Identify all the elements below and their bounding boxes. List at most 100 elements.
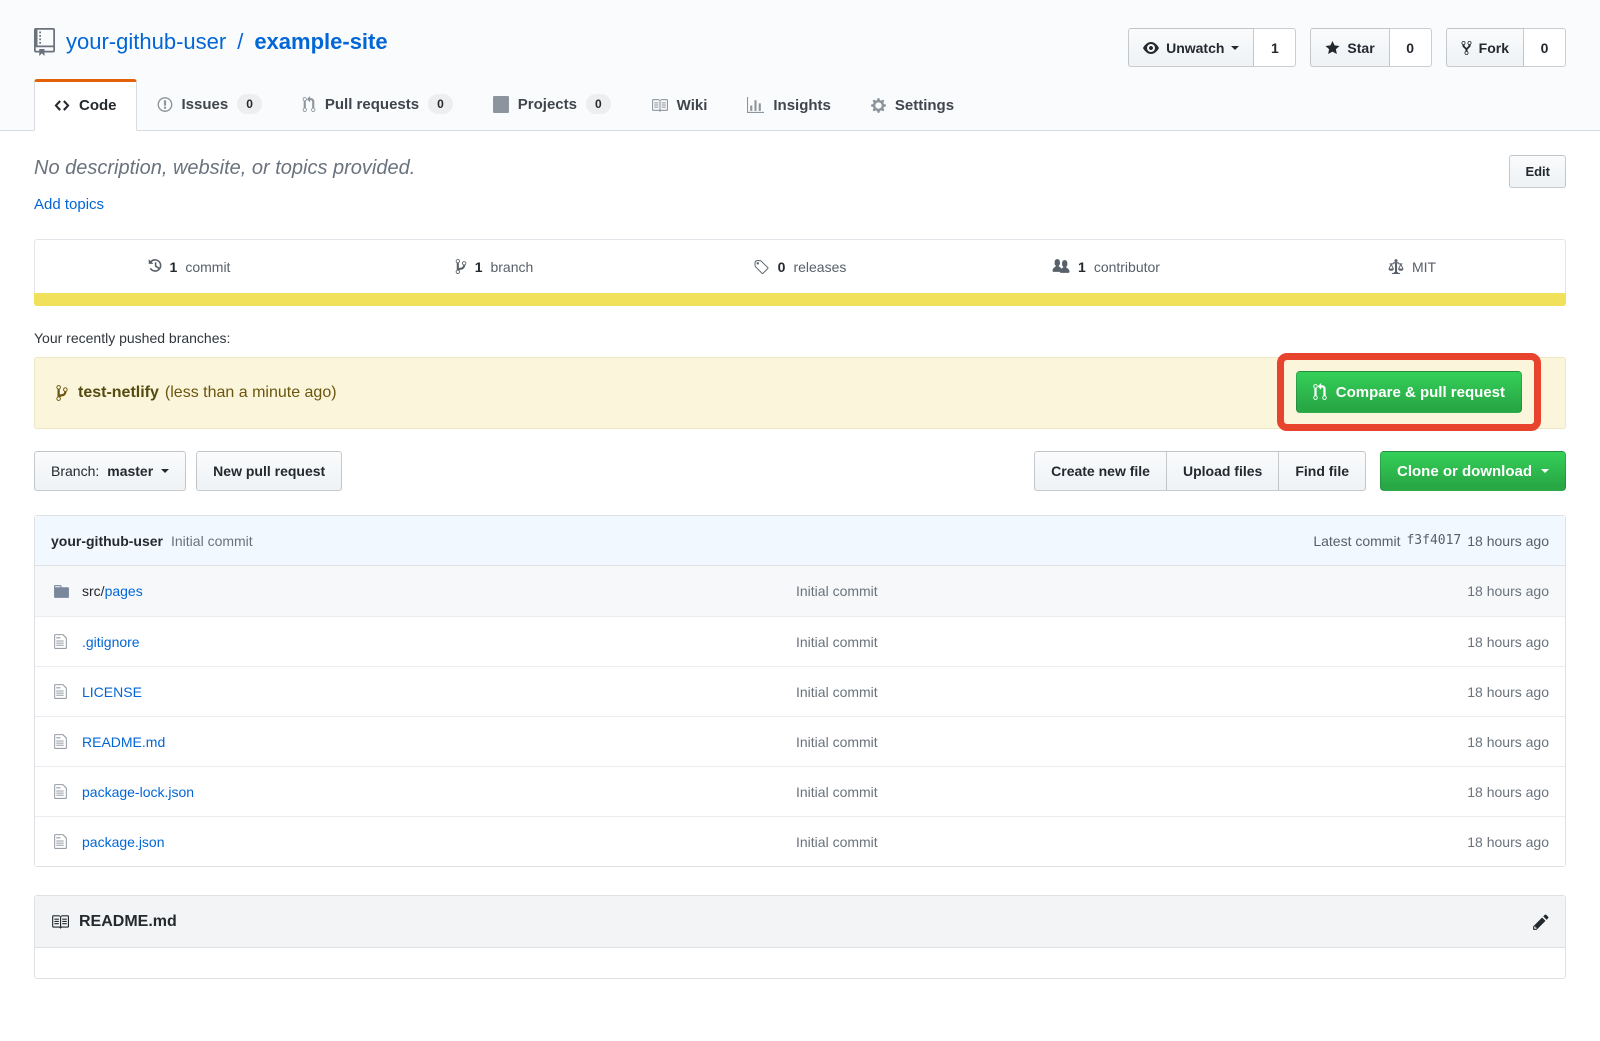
pushed-branch-time: (less than a minute ago) bbox=[165, 384, 337, 402]
file-age: 18 hours ago bbox=[1335, 834, 1565, 850]
add-topics-link[interactable]: Add topics bbox=[34, 196, 104, 213]
file-commit-message[interactable]: Initial commit bbox=[796, 834, 878, 850]
watchers-count[interactable]: 1 bbox=[1254, 28, 1296, 67]
edit-button[interactable]: Edit bbox=[1509, 155, 1566, 188]
table-row: package.json Initial commit 18 hours ago bbox=[35, 816, 1565, 866]
file-age: 18 hours ago bbox=[1335, 784, 1565, 800]
file-link[interactable]: LICENSE bbox=[82, 684, 142, 700]
tab-code-label: Code bbox=[79, 97, 117, 114]
forks-count[interactable]: 0 bbox=[1524, 28, 1566, 67]
find-file-button[interactable]: Find file bbox=[1279, 451, 1366, 491]
branch-selector-value: master bbox=[107, 463, 153, 479]
book-icon bbox=[51, 913, 69, 931]
chevron-down-icon bbox=[1541, 469, 1549, 477]
branch-selector-label: Branch: bbox=[51, 463, 99, 479]
file-age: 18 hours ago bbox=[1335, 734, 1565, 750]
fork-icon bbox=[1461, 40, 1472, 56]
project-icon bbox=[493, 96, 509, 113]
star-button[interactable]: Star bbox=[1310, 28, 1389, 67]
new-pull-request-button[interactable]: New pull request bbox=[196, 451, 342, 491]
clone-or-download-button[interactable]: Clone or download bbox=[1380, 451, 1566, 491]
gear-icon bbox=[871, 97, 886, 114]
fork-button[interactable]: Fork bbox=[1446, 28, 1524, 67]
file-commit-message[interactable]: Initial commit bbox=[796, 684, 878, 700]
language-bar bbox=[34, 293, 1566, 306]
recent-branch-notice: test-netlify (less than a minute ago) Co… bbox=[34, 357, 1566, 429]
file-icon bbox=[35, 833, 82, 850]
pull-requests-counter: 0 bbox=[428, 94, 453, 114]
tab-pull-requests[interactable]: Pull requests 0 bbox=[282, 76, 473, 131]
tab-code[interactable]: Code bbox=[34, 79, 137, 131]
file-commit-message[interactable]: Initial commit bbox=[796, 784, 878, 800]
file-icon bbox=[35, 783, 82, 800]
tab-issues-label: Issues bbox=[182, 96, 229, 113]
star-group: Star 0 bbox=[1310, 28, 1431, 67]
tab-issues[interactable]: Issues 0 bbox=[137, 76, 282, 131]
stars-count[interactable]: 0 bbox=[1390, 28, 1432, 67]
branch-selector[interactable]: Branch: master bbox=[34, 451, 186, 491]
issue-icon bbox=[157, 96, 173, 113]
file-commit-message[interactable]: Initial commit bbox=[796, 634, 878, 650]
fork-label: Fork bbox=[1479, 40, 1509, 56]
pull-request-icon bbox=[302, 96, 316, 113]
recent-branches-heading: Your recently pushed branches: bbox=[34, 330, 1566, 346]
branch-icon bbox=[455, 258, 467, 275]
tab-projects[interactable]: Projects 0 bbox=[473, 76, 631, 131]
social-actions: Unwatch 1 Star 0 Fo bbox=[1128, 28, 1566, 67]
clone-button-label: Clone or download bbox=[1397, 463, 1532, 480]
file-commit-message[interactable]: Initial commit bbox=[796, 583, 878, 599]
file-icon bbox=[35, 733, 82, 750]
commits-label: commit bbox=[185, 259, 230, 275]
table-row: .gitignore Initial commit 18 hours ago bbox=[35, 616, 1565, 666]
file-icon bbox=[35, 683, 82, 700]
upload-files-button[interactable]: Upload files bbox=[1167, 451, 1279, 491]
compare-pull-request-button[interactable]: Compare & pull request bbox=[1296, 371, 1522, 413]
contributors-label: contributor bbox=[1094, 259, 1160, 275]
repo-owner-link[interactable]: your-github-user bbox=[66, 29, 226, 55]
file-commit-message[interactable]: Initial commit bbox=[796, 734, 878, 750]
file-link[interactable]: package-lock.json bbox=[82, 784, 194, 800]
tab-settings-label: Settings bbox=[895, 97, 954, 114]
highlight-annotation: Compare & pull request bbox=[1277, 353, 1541, 431]
releases-label: releases bbox=[793, 259, 846, 275]
tag-icon bbox=[754, 258, 770, 275]
tab-wiki[interactable]: Wiki bbox=[631, 79, 728, 131]
releases-stat[interactable]: 0 releases bbox=[647, 240, 953, 293]
file-link[interactable]: package.json bbox=[82, 834, 165, 850]
unwatch-label: Unwatch bbox=[1166, 40, 1224, 56]
latest-commit-bar: your-github-user Initial commit Latest c… bbox=[35, 516, 1565, 566]
branches-count: 1 bbox=[475, 259, 483, 275]
create-new-file-button[interactable]: Create new file bbox=[1034, 451, 1167, 491]
repo-name-link[interactable]: example-site bbox=[254, 29, 387, 55]
file-link[interactable]: .gitignore bbox=[82, 634, 140, 650]
pull-request-icon bbox=[1313, 383, 1327, 401]
branches-stat[interactable]: 1 branch bbox=[341, 240, 647, 293]
unwatch-button[interactable]: Unwatch bbox=[1128, 28, 1254, 67]
fork-group: Fork 0 bbox=[1446, 28, 1566, 67]
file-link[interactable]: README.md bbox=[82, 734, 165, 750]
file-buttons-group: Create new file Upload files Find file bbox=[1034, 451, 1366, 491]
contributors-stat[interactable]: 1 contributor bbox=[953, 240, 1259, 293]
readme-header: README.md bbox=[35, 896, 1565, 948]
latest-commit-time: 18 hours ago bbox=[1467, 533, 1549, 549]
commit-author-link[interactable]: your-github-user bbox=[51, 533, 163, 549]
license-stat[interactable]: MIT bbox=[1259, 240, 1565, 293]
file-browser: your-github-user Initial commit Latest c… bbox=[34, 515, 1566, 867]
commits-stat[interactable]: 1 commit bbox=[35, 240, 341, 293]
file-actions-row: Branch: master New pull request Create n… bbox=[34, 451, 1566, 491]
license-label: MIT bbox=[1412, 259, 1436, 275]
table-row: LICENSE Initial commit 18 hours ago bbox=[35, 666, 1565, 716]
tab-insights-label: Insights bbox=[773, 97, 831, 114]
law-icon bbox=[1388, 258, 1404, 275]
readme-section: README.md bbox=[34, 895, 1566, 979]
pencil-icon[interactable] bbox=[1533, 913, 1549, 931]
tab-insights[interactable]: Insights bbox=[727, 79, 851, 131]
file-link[interactable]: src/pages bbox=[82, 583, 143, 599]
projects-counter: 0 bbox=[586, 94, 611, 114]
tab-settings[interactable]: Settings bbox=[851, 79, 974, 131]
star-label: Star bbox=[1347, 40, 1374, 56]
commit-sha-link[interactable]: f3f4017 bbox=[1406, 533, 1461, 548]
compare-pull-request-label: Compare & pull request bbox=[1336, 384, 1505, 401]
commit-message-link[interactable]: Initial commit bbox=[171, 533, 253, 549]
history-icon bbox=[146, 258, 162, 275]
